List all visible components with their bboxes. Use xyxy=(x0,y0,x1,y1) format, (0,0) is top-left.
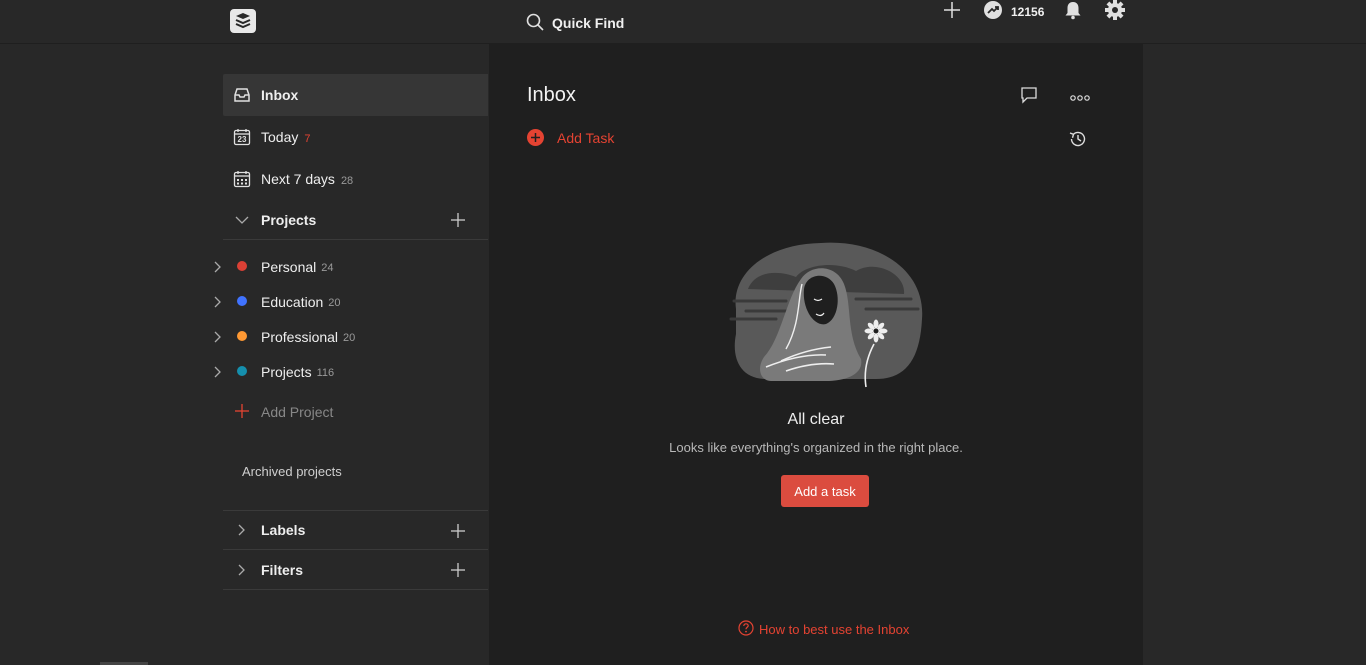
project-count: 20 xyxy=(343,332,356,344)
help-link-label: How to best use the Inbox xyxy=(759,622,910,637)
karma-button[interactable]: 12156 xyxy=(983,0,1044,24)
empty-state-title: All clear xyxy=(787,411,845,428)
calendar-day-number: 23 xyxy=(237,135,247,144)
project-color-dot xyxy=(237,331,247,341)
project-color-dot xyxy=(237,296,247,306)
project-item-professional[interactable]: Professional 20 xyxy=(214,319,488,354)
comment-icon[interactable] xyxy=(1020,86,1038,109)
top-bar: Quick Find 12156 xyxy=(0,0,1366,44)
page-title: Inbox xyxy=(527,84,576,106)
project-count: 24 xyxy=(321,262,334,274)
projects-section-header[interactable]: Projects xyxy=(223,200,488,240)
project-label: Projects xyxy=(261,363,312,380)
sidebar: Inbox 23 Today 7 Next 7 days 28 Projects… xyxy=(214,74,488,590)
chevron-right-icon[interactable] xyxy=(214,295,222,311)
chevron-right-icon[interactable] xyxy=(214,365,222,381)
archived-projects-label: Archived projects xyxy=(242,463,342,479)
project-list: Personal 24 Education 20 Professional 20… xyxy=(214,240,488,389)
empty-state-illustration xyxy=(726,239,926,394)
project-color-dot xyxy=(237,261,247,271)
project-item-education[interactable]: Education 20 xyxy=(214,284,488,319)
search-icon xyxy=(526,13,544,34)
next-7-days-count: 28 xyxy=(340,174,354,187)
add-circle-icon xyxy=(527,129,544,146)
archived-projects-link[interactable]: Archived projects xyxy=(223,451,488,491)
inbox-icon xyxy=(233,86,251,104)
chevron-right-icon[interactable] xyxy=(214,330,222,346)
sidebar-item-label: Today xyxy=(261,129,299,145)
quick-find-search[interactable]: Quick Find xyxy=(526,12,624,34)
todoist-logo-icon[interactable] xyxy=(230,9,256,33)
filters-header-label: Filters xyxy=(261,561,304,578)
add-project-plus-icon[interactable] xyxy=(450,212,466,231)
calendar-today-icon: 23 xyxy=(233,128,251,146)
chevron-right-icon[interactable] xyxy=(235,564,249,576)
filters-section-header[interactable]: Filters xyxy=(223,550,488,590)
gear-icon xyxy=(1104,0,1126,26)
add-project-button[interactable]: Add Project xyxy=(223,389,488,434)
project-color-dot xyxy=(237,366,247,376)
project-count: 20 xyxy=(328,297,341,309)
labels-section-header[interactable]: Labels xyxy=(223,510,488,550)
bell-icon xyxy=(1063,0,1083,25)
today-count: 7 xyxy=(304,132,311,145)
chevron-right-icon[interactable] xyxy=(214,260,222,276)
add-task-button[interactable]: Add Task xyxy=(527,129,614,146)
add-project-label: Add Project xyxy=(261,403,334,420)
plus-icon xyxy=(235,404,249,421)
sidebar-item-label: Next 7 days xyxy=(261,171,335,187)
labels-header-label: Labels xyxy=(261,522,306,538)
inbox-help-link[interactable]: How to best use the Inbox xyxy=(738,620,909,639)
karma-trend-icon xyxy=(983,0,1003,25)
project-count: 116 xyxy=(316,367,335,379)
sidebar-item-next-7-days[interactable]: Next 7 days 28 xyxy=(223,158,488,200)
more-options-icon[interactable] xyxy=(1070,89,1090,107)
question-circle-icon xyxy=(738,620,754,639)
quick-find-label: Quick Find xyxy=(552,15,625,31)
settings-button[interactable] xyxy=(1104,0,1126,24)
projects-header-label: Projects xyxy=(261,211,317,228)
karma-count: 12156 xyxy=(1011,5,1045,19)
add-label-plus-icon[interactable] xyxy=(450,523,466,542)
sidebar-item-inbox[interactable]: Inbox xyxy=(223,74,488,116)
add-a-task-button[interactable]: Add a task xyxy=(781,475,869,507)
chevron-down-icon[interactable] xyxy=(235,215,249,225)
sidebar-item-label: Inbox xyxy=(261,87,299,103)
plus-icon xyxy=(942,0,962,25)
project-label: Education xyxy=(261,293,324,310)
history-icon[interactable] xyxy=(1068,129,1088,154)
calendar-week-icon xyxy=(233,170,251,188)
project-item-projects[interactable]: Projects 116 xyxy=(214,354,488,389)
notifications-button[interactable] xyxy=(1063,0,1083,24)
add-task-label: Add Task xyxy=(557,129,615,146)
project-item-personal[interactable]: Personal 24 xyxy=(214,249,488,284)
quick-add-button[interactable] xyxy=(942,0,962,24)
add-filter-plus-icon[interactable] xyxy=(450,562,466,581)
chevron-right-icon[interactable] xyxy=(235,524,249,536)
empty-state-subtitle: Looks like everything's organized in the… xyxy=(669,440,963,455)
project-label: Professional xyxy=(261,328,339,345)
main-content: Inbox Add Task All clear Looks like ever… xyxy=(489,44,1143,665)
sidebar-item-today[interactable]: 23 Today 7 xyxy=(223,116,488,158)
project-label: Personal xyxy=(261,258,317,275)
